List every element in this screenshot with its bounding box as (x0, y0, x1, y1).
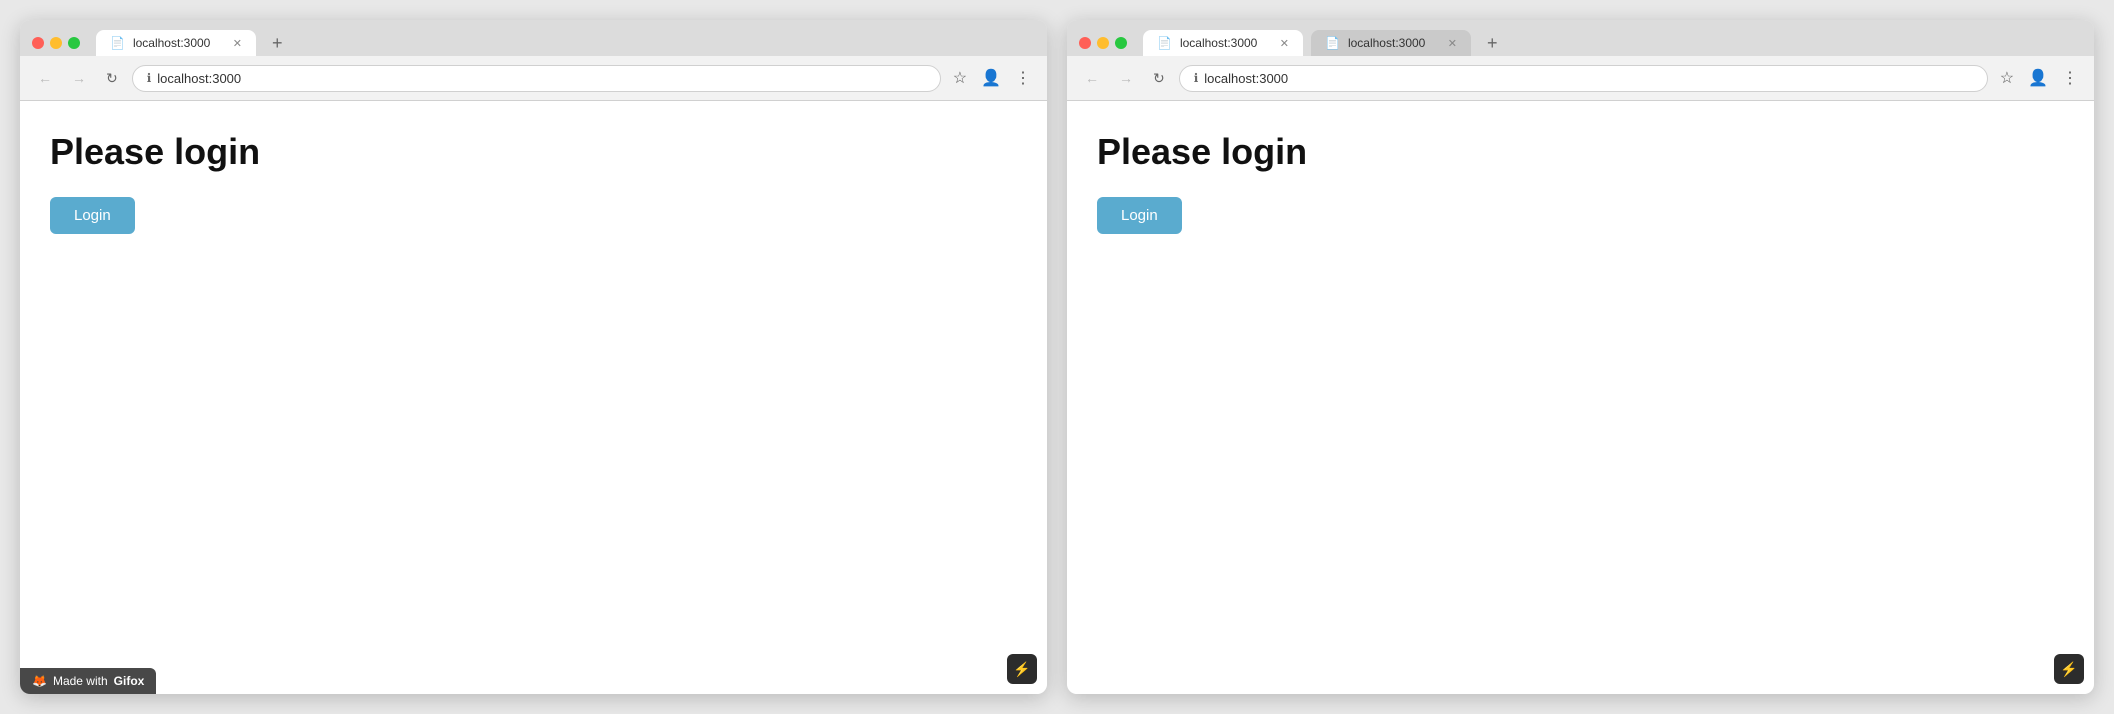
gifox-logo: 🦊 (32, 674, 47, 688)
new-tab-button-2[interactable]: + (1479, 30, 1506, 56)
browser-window-1: 📄 localhost:3000 ✕ + ← → ↻ ℹ localhost:3… (20, 20, 1047, 694)
close-button-2[interactable] (1079, 37, 1091, 49)
address-bar-1[interactable]: ℹ localhost:3000 (132, 65, 941, 92)
gifox-label: Made with (53, 674, 108, 688)
tab-close-icon[interactable]: ✕ (233, 37, 242, 50)
login-button-1[interactable]: Login (50, 197, 135, 234)
menu-button-2[interactable]: ⋮ (2058, 64, 2082, 92)
forward-button-2[interactable]: → (1113, 67, 1139, 89)
close-button[interactable] (32, 37, 44, 49)
toolbar-actions-1: ☆ 👤 ⋮ (949, 64, 1035, 92)
profile-button[interactable]: 👤 (977, 64, 1005, 92)
lightning-button-2[interactable]: ⚡ (2054, 654, 2084, 684)
title-bar-2: 📄 localhost:3000 ✕ 📄 localhost:3000 ✕ + (1067, 20, 2094, 56)
tab-page-icon-2b: 📄 (1325, 36, 1340, 50)
back-button[interactable]: ← (32, 67, 58, 89)
reload-button-2[interactable]: ↻ (1147, 67, 1171, 89)
maximize-button[interactable] (68, 37, 80, 49)
traffic-lights-1 (32, 37, 80, 49)
browser-window-2: 📄 localhost:3000 ✕ 📄 localhost:3000 ✕ + … (1067, 20, 2094, 694)
tab-bar-2: 📄 localhost:3000 ✕ 📄 localhost:3000 ✕ + (1079, 30, 2082, 56)
reload-button[interactable]: ↻ (100, 67, 124, 89)
lightning-button-1[interactable]: ⚡ (1007, 654, 1037, 684)
star-button-2[interactable]: ☆ (1996, 64, 2018, 92)
page-title-1: Please login (50, 131, 1017, 173)
profile-button-2[interactable]: 👤 (2024, 64, 2052, 92)
tab-label-2a: localhost:3000 (1180, 36, 1257, 50)
new-tab-button[interactable]: + (264, 30, 291, 56)
back-button-2[interactable]: ← (1079, 67, 1105, 89)
browser-tab-2a[interactable]: 📄 localhost:3000 ✕ (1143, 30, 1303, 56)
traffic-lights-2 (1079, 37, 1127, 49)
tab-close-icon-2b[interactable]: ✕ (1448, 37, 1457, 50)
menu-button[interactable]: ⋮ (1011, 64, 1035, 92)
page-content-2: Please login Login ⚡ (1067, 101, 2094, 694)
browser-tab-2b[interactable]: 📄 localhost:3000 ✕ (1311, 30, 1471, 56)
toolbar-1: ← → ↻ ℹ localhost:3000 ☆ 👤 ⋮ (20, 56, 1047, 101)
page-title-2: Please login (1097, 131, 2064, 173)
info-icon-2: ℹ (1194, 71, 1199, 85)
toolbar-actions-2: ☆ 👤 ⋮ (1996, 64, 2082, 92)
tab-label: localhost:3000 (133, 36, 210, 50)
gifox-brand: Gifox (114, 674, 145, 688)
address-text: localhost:3000 (157, 71, 241, 86)
browser-tab-1[interactable]: 📄 localhost:3000 ✕ (96, 30, 256, 56)
tab-page-icon-2a: 📄 (1157, 36, 1172, 50)
tab-label-2b: localhost:3000 (1348, 36, 1425, 50)
toolbar-2: ← → ↻ ℹ localhost:3000 ☆ 👤 ⋮ (1067, 56, 2094, 101)
tab-bar-1: 📄 localhost:3000 ✕ + (32, 30, 1035, 56)
login-button-2[interactable]: Login (1097, 197, 1182, 234)
page-content-1: Please login Login 🦊 Made with Gifox ⚡ (20, 101, 1047, 694)
star-button[interactable]: ☆ (949, 64, 971, 92)
minimize-button-2[interactable] (1097, 37, 1109, 49)
tab-page-icon: 📄 (110, 36, 125, 50)
tab-close-icon-2a[interactable]: ✕ (1280, 37, 1289, 50)
address-text-2: localhost:3000 (1204, 71, 1288, 86)
address-bar-2[interactable]: ℹ localhost:3000 (1179, 65, 1988, 92)
minimize-button[interactable] (50, 37, 62, 49)
title-bar-1: 📄 localhost:3000 ✕ + (20, 20, 1047, 56)
forward-button[interactable]: → (66, 67, 92, 89)
maximize-button-2[interactable] (1115, 37, 1127, 49)
gifox-watermark: 🦊 Made with Gifox (20, 668, 156, 694)
info-icon: ℹ (147, 71, 152, 85)
